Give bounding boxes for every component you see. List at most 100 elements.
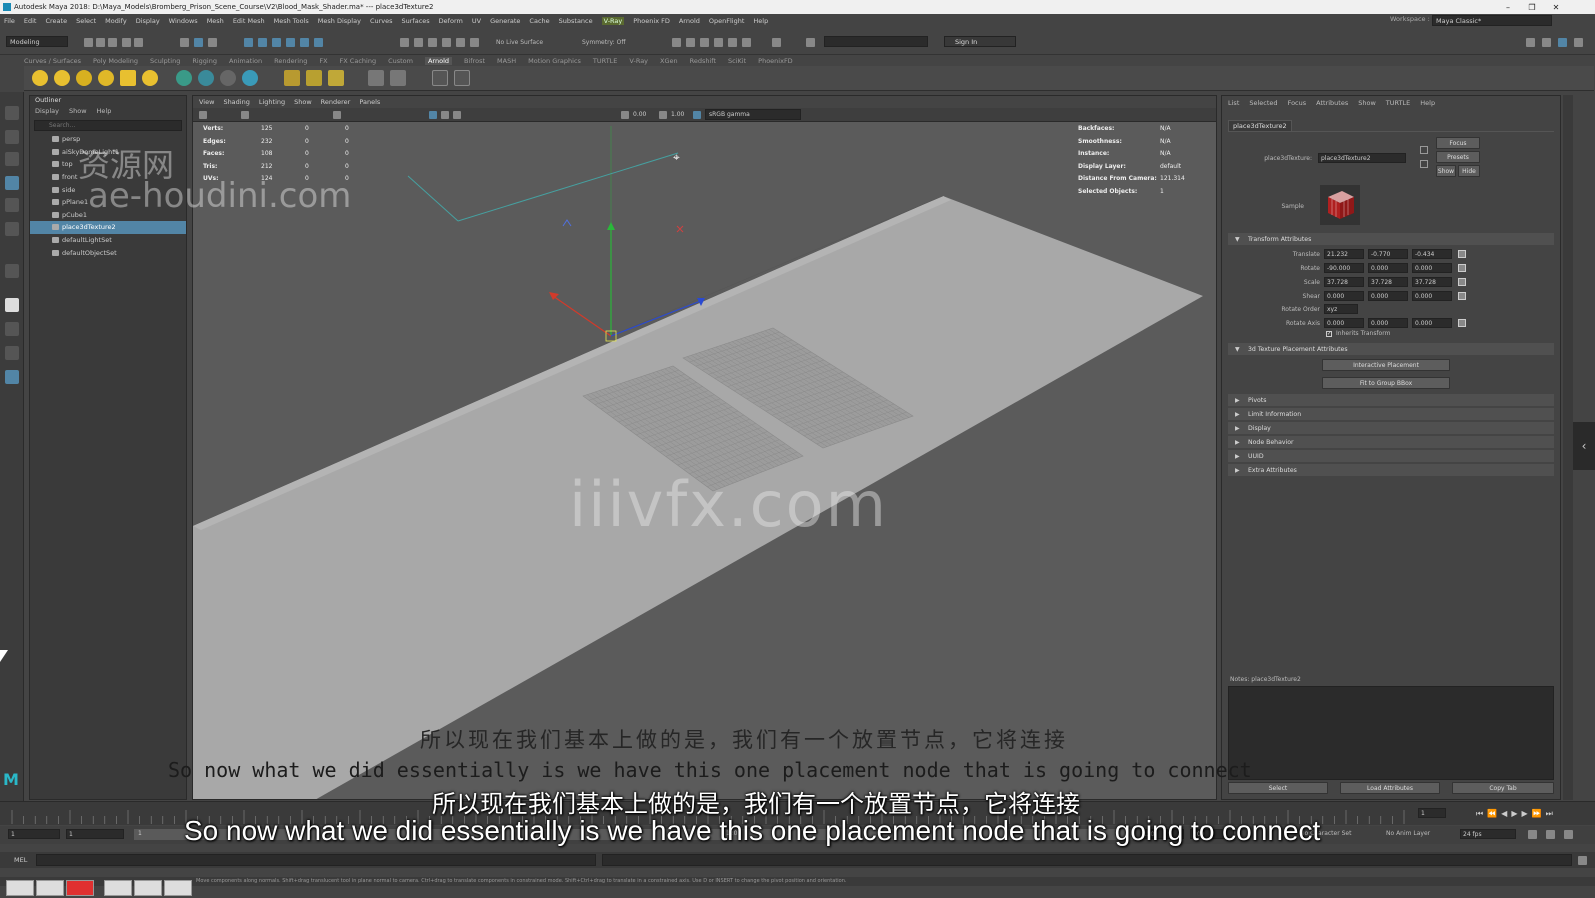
notes-textarea[interactable] xyxy=(1228,686,1554,780)
focus-button[interactable]: Focus xyxy=(1436,137,1480,149)
camera-attributes-icon[interactable] xyxy=(241,111,249,119)
lock-attribute-icon[interactable] xyxy=(1458,264,1466,272)
channel-box-icon[interactable] xyxy=(1558,38,1567,47)
section-node-behavior[interactable]: ▶ Node Behavior xyxy=(1228,436,1554,448)
camera-select-icon[interactable] xyxy=(199,111,207,119)
outliner-search-input[interactable]: Search... xyxy=(34,120,182,131)
shelf-tab-turtle[interactable]: TURTLE xyxy=(593,57,617,65)
shelf-tab-sculpting[interactable]: Sculpting xyxy=(150,57,180,65)
panel-collapse-chevron-icon[interactable]: ‹ xyxy=(1573,422,1595,470)
menu-openflight[interactable]: OpenFlight xyxy=(709,17,745,25)
attribute-editor-icon[interactable] xyxy=(1542,38,1551,47)
physical-sky-icon[interactable] xyxy=(142,70,158,86)
menu-select[interactable]: Select xyxy=(76,17,96,25)
taskbar-window2-icon[interactable] xyxy=(134,880,162,896)
lock-attribute-icon[interactable] xyxy=(1458,292,1466,300)
viewport-menu-lighting[interactable]: Lighting xyxy=(259,98,285,106)
snap-surface-icon[interactable] xyxy=(300,38,309,47)
shear-field-z[interactable]: 0.000 xyxy=(1412,291,1452,301)
menu-mesh-display[interactable]: Mesh Display xyxy=(318,17,361,25)
scale-tool-icon[interactable] xyxy=(5,222,19,236)
shelf-tab-v-ray[interactable]: V-Ray xyxy=(629,57,648,65)
shelf-tab-fx-caching[interactable]: FX Caching xyxy=(340,57,377,65)
menu-edit-mesh[interactable]: Edit Mesh xyxy=(233,17,265,25)
copy-tab-button[interactable]: Copy Tab xyxy=(1452,782,1554,794)
select-component-icon[interactable] xyxy=(208,38,217,47)
menu-uv[interactable]: UV xyxy=(472,17,481,25)
shadow-matte-icon[interactable] xyxy=(220,70,236,86)
snap-pivot-icon[interactable] xyxy=(314,38,323,47)
select-tool-icon[interactable] xyxy=(5,106,19,120)
exposure-icon[interactable] xyxy=(621,111,629,119)
vray-framebuffer-icon[interactable] xyxy=(728,38,737,47)
tab-place3dtexture2[interactable]: place3dTexture2 xyxy=(1228,120,1292,131)
color-space-dropdown[interactable]: sRGB gamma xyxy=(705,109,801,120)
mel-input[interactable] xyxy=(36,854,596,866)
go-to-start-icon[interactable]: ⏮ xyxy=(1476,809,1483,819)
skydome-light-icon[interactable] xyxy=(98,70,114,86)
menu-surfaces[interactable]: Surfaces xyxy=(402,17,430,25)
open-scene-icon[interactable] xyxy=(96,38,105,47)
shelf-tab-mash[interactable]: MASH xyxy=(497,57,516,65)
ae-menu-attributes[interactable]: Attributes xyxy=(1316,99,1348,107)
textured-icon[interactable] xyxy=(453,111,461,119)
translate-field-x[interactable]: 21.232 xyxy=(1324,249,1364,259)
last-tool-icon[interactable] xyxy=(5,264,19,278)
interactive-placement-button[interactable]: Interactive Placement xyxy=(1322,359,1450,371)
live-surface-label[interactable]: No Live Surface xyxy=(496,39,543,46)
undo-icon[interactable] xyxy=(122,38,131,47)
node-name-field[interactable]: place3dTexture2 xyxy=(1318,153,1406,163)
menu-file[interactable]: File xyxy=(4,17,15,25)
workspace-dropdown[interactable]: Maya Classic* xyxy=(1432,15,1552,26)
menu-create[interactable]: Create xyxy=(45,17,67,25)
mode-dropdown[interactable]: Modeling xyxy=(6,36,68,47)
menu-display[interactable]: Display xyxy=(136,17,160,25)
rotate-axis-field-x[interactable]: 0.000 xyxy=(1324,318,1364,328)
light-manager-icon[interactable] xyxy=(328,70,344,86)
move-tool-icon[interactable] xyxy=(5,176,19,190)
tx-manager-icon[interactable] xyxy=(390,70,406,86)
select-button[interactable]: Select xyxy=(1228,782,1328,794)
taskbar-window-icon[interactable] xyxy=(36,880,64,896)
menu-generate[interactable]: Generate xyxy=(490,17,520,25)
shelf-tab-xgen[interactable]: XGen xyxy=(660,57,678,65)
shelf-tab-motion-graphics[interactable]: Motion Graphics xyxy=(528,57,581,65)
menu-cache[interactable]: Cache xyxy=(529,17,549,25)
save-scene-icon[interactable] xyxy=(108,38,117,47)
audio-icon[interactable] xyxy=(1564,830,1573,839)
area-light-icon[interactable] xyxy=(32,70,48,86)
step-forward-frame-icon[interactable]: ▶ xyxy=(1521,809,1527,819)
viewport-menu-panels[interactable]: Panels xyxy=(359,98,380,106)
shelf-tab-custom[interactable]: Custom xyxy=(388,57,413,65)
section-display[interactable]: ▶ Display xyxy=(1228,422,1554,434)
menu-mesh-tools[interactable]: Mesh Tools xyxy=(274,17,309,25)
shelf-tab-rigging[interactable]: Rigging xyxy=(192,57,217,65)
standin-icon[interactable] xyxy=(284,70,300,86)
rotate-tool-icon[interactable] xyxy=(5,198,19,212)
outliner-menu-display[interactable]: Display xyxy=(35,107,59,118)
translate-field-z[interactable]: -0.434 xyxy=(1412,249,1452,259)
arnold-render-icon[interactable] xyxy=(742,38,751,47)
render-icon[interactable] xyxy=(428,38,437,47)
menu-arnold[interactable]: Arnold xyxy=(679,17,700,25)
menu-mesh[interactable]: Mesh xyxy=(207,17,224,25)
viewport-menu-show[interactable]: Show xyxy=(294,98,312,106)
viewport-menu-renderer[interactable]: Renderer xyxy=(321,98,351,106)
light-portal-icon[interactable] xyxy=(120,70,136,86)
section-limit-information[interactable]: ▶ Limit Information xyxy=(1228,408,1554,420)
close-icon[interactable]: ✕ xyxy=(1545,0,1567,14)
shear-field-x[interactable]: 0.000 xyxy=(1324,291,1364,301)
paint-select-icon[interactable] xyxy=(5,152,19,166)
preferences-icon[interactable] xyxy=(1546,830,1555,839)
single-perspective-layout-icon[interactable] xyxy=(5,298,19,312)
mesh-light-icon[interactable] xyxy=(54,70,70,86)
export-standin-icon[interactable] xyxy=(306,70,322,86)
transform-attributes-section[interactable]: ▼ Transform Attributes xyxy=(1228,233,1554,245)
inherits-transform-checkbox[interactable]: ✓ xyxy=(1326,331,1332,337)
outliner-toggle-icon[interactable] xyxy=(1574,38,1583,47)
vray-ipr-icon[interactable] xyxy=(714,38,723,47)
mel-label[interactable]: MEL xyxy=(14,856,27,864)
placement-attributes-section[interactable]: ▼ 3d Texture Placement Attributes xyxy=(1228,343,1554,355)
color-management-icon[interactable] xyxy=(693,111,701,119)
rotate-axis-field-z[interactable]: 0.000 xyxy=(1412,318,1452,328)
